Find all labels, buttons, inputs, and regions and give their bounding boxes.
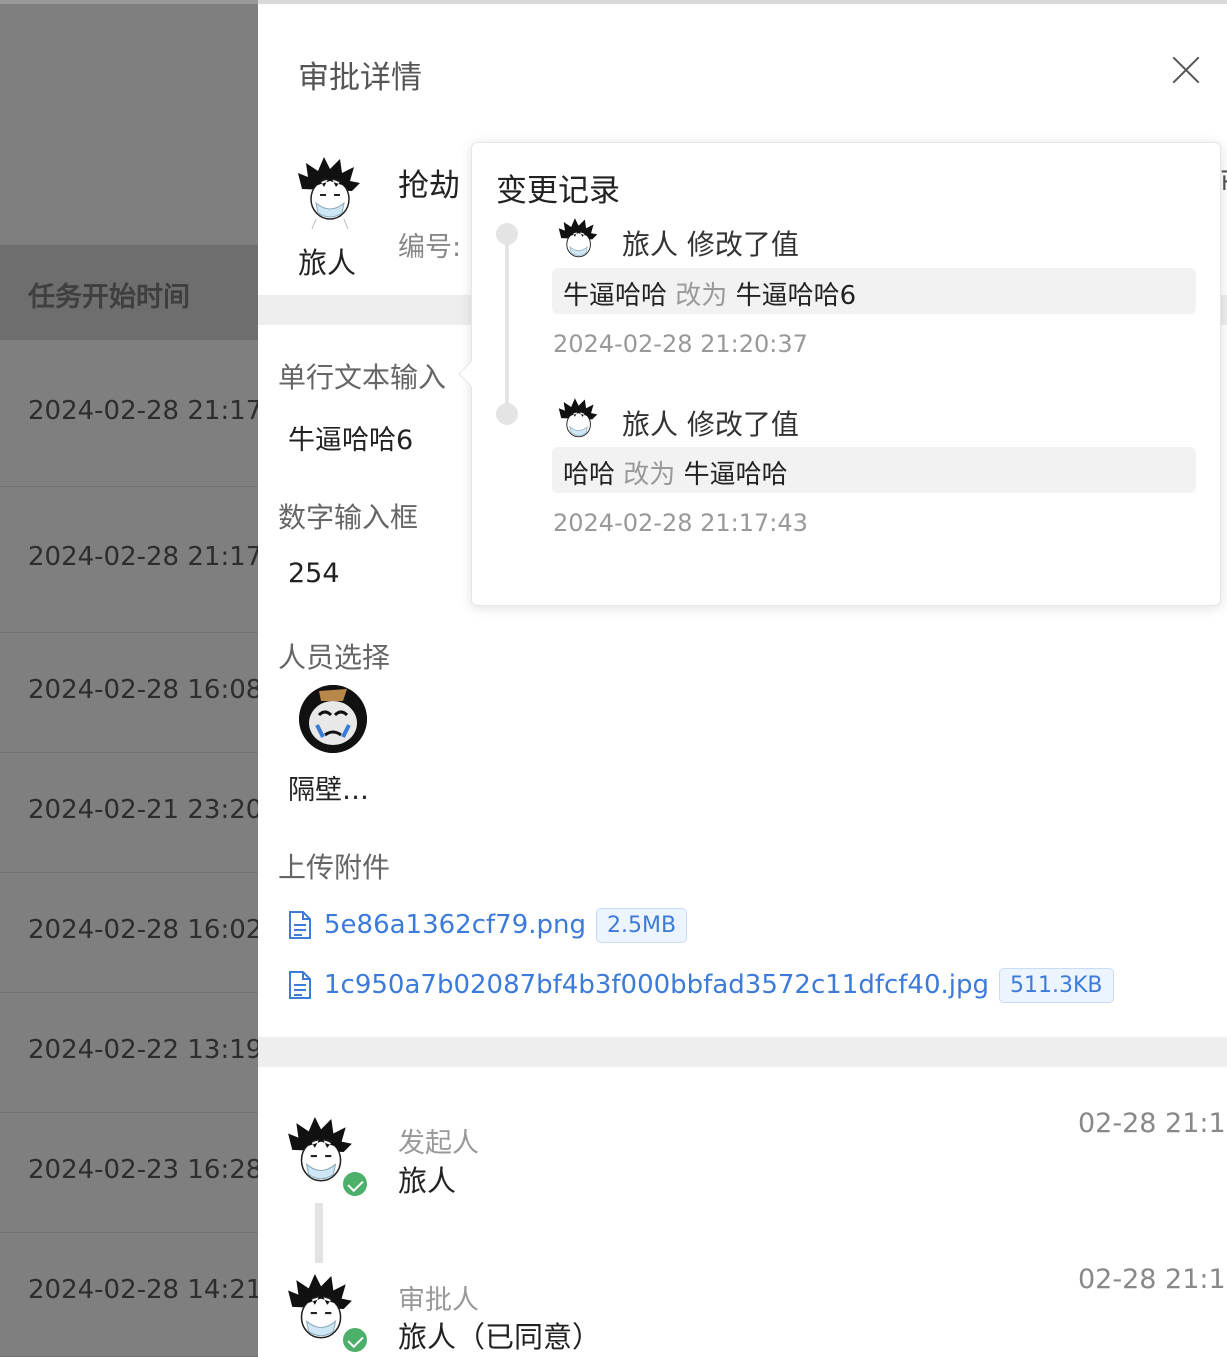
table-cell: 2024-02-22 13:19: [28, 1035, 272, 1065]
file-icon [288, 911, 312, 939]
attachment-item[interactable]: 5e86a1362cf79.png 2.5MB [288, 905, 688, 945]
record-change: 哈哈 改为 牛逼哈哈 [552, 447, 1196, 493]
table-row: 2024-02-28 14:21: [0, 1233, 271, 1357]
text-field-value[interactable]: 牛逼哈哈6 [288, 418, 413, 457]
table-cell: 2024-02-28 21:17: [28, 396, 272, 426]
attachment-name[interactable]: 5e86a1362cf79.png [324, 910, 586, 940]
application-number-label: 编号: [398, 232, 462, 263]
record-old-value: 哈哈 [563, 460, 616, 490]
record-new-value: 牛逼哈哈 [683, 460, 788, 490]
record-new-value: 牛逼哈哈6 [735, 281, 857, 311]
table-header: 任务开始时间 [0, 245, 258, 340]
record-change: 牛逼哈哈 改为 牛逼哈哈6 [552, 268, 1196, 314]
table-row: 2024-02-28 21:17: [0, 487, 271, 633]
timeline-dot [496, 223, 518, 245]
record-old-value: 牛逼哈哈 [563, 281, 668, 311]
applicant-name: 旅人 [298, 246, 357, 280]
table-row: 2024-02-22 13:19: [0, 993, 271, 1113]
table-row: 2024-02-28 21:17: [0, 340, 271, 487]
change-record-popover: 变更记录 旅人 修改了值 牛逼哈哈 改为 牛逼哈哈6 2024-02-28 21… [458, 142, 1221, 606]
check-icon [341, 1170, 369, 1198]
check-icon [341, 1326, 369, 1354]
attachment-name[interactable]: 1c950a7b02087bf4b3f000bbfad3572c11dfcf40… [324, 970, 989, 1000]
person-avatar[interactable] [299, 685, 367, 753]
drawer-title: 审批详情 [298, 60, 422, 96]
timeline-line [505, 243, 509, 413]
table-row: 2024-02-28 16:08: [0, 633, 271, 753]
table-cell: 2024-02-28 16:02: [28, 915, 272, 945]
record-changed-to: 改为 [623, 460, 676, 490]
table-cell: 2024-02-23 16:28: [28, 1155, 272, 1185]
record-changed-to: 改为 [675, 281, 728, 311]
attachment-item[interactable]: 1c950a7b02087bf4b3f000bbfad3572c11dfcf40… [288, 965, 1114, 1005]
flow-name: 旅人 [398, 1164, 457, 1198]
person-field-label: 人员选择 [278, 641, 391, 674]
application-title: 抢劫 [398, 168, 460, 204]
record-avatar [556, 397, 600, 443]
table-row: 2024-02-28 16:02: [0, 873, 271, 993]
timeline-dot [496, 403, 518, 425]
flow-time: 02-28 21:17 [1078, 1108, 1227, 1139]
record-time: 2024-02-28 21:20:37 [553, 330, 808, 358]
table-row: 2024-02-21 23:20: [0, 753, 271, 873]
table-cell: 2024-02-28 16:08: [28, 675, 272, 705]
flow-role: 审批人 [398, 1285, 479, 1316]
file-size-tag: 511.3KB [999, 967, 1114, 1003]
table-cell: 2024-02-21 23:20: [28, 795, 272, 825]
table-cell: 2024-02-28 21:17: [28, 542, 272, 572]
number-field-value: 254 [288, 558, 340, 589]
record-user: 旅人 修改了值 [622, 228, 799, 261]
table-cell: 2024-02-28 14:21: [28, 1275, 272, 1305]
file-icon [288, 971, 312, 999]
flow-time: 02-28 21:17 [1078, 1264, 1227, 1295]
popover-title: 变更记录 [496, 173, 620, 209]
top-bar [0, 0, 258, 4]
flow-name: 旅人（已同意） [398, 1320, 602, 1354]
applicant-avatar [294, 155, 364, 229]
file-size-tag: 2.5MB [596, 907, 688, 943]
record-time: 2024-02-28 21:17:43 [553, 509, 808, 537]
table-row: 2024-02-23 16:28: [0, 1113, 271, 1233]
background-table: 任务开始时间 2024-02-28 21:17: 2024-02-28 21:1… [0, 0, 271, 1357]
drawer-top-border [258, 0, 1227, 4]
number-field-label: 数字输入框 [278, 501, 419, 534]
person-name: 隔壁… [288, 775, 369, 806]
record-user: 旅人 修改了值 [622, 408, 799, 441]
record-avatar [556, 217, 600, 263]
close-icon[interactable] [1166, 50, 1206, 90]
attachments-label: 上传附件 [278, 851, 391, 884]
section-divider [258, 1037, 1227, 1067]
flow-role: 发起人 [398, 1128, 479, 1159]
flow-connector [315, 1203, 323, 1263]
column-header-start-time: 任务开始时间 [28, 282, 190, 313]
text-field-label: 单行文本输入 [278, 361, 447, 394]
